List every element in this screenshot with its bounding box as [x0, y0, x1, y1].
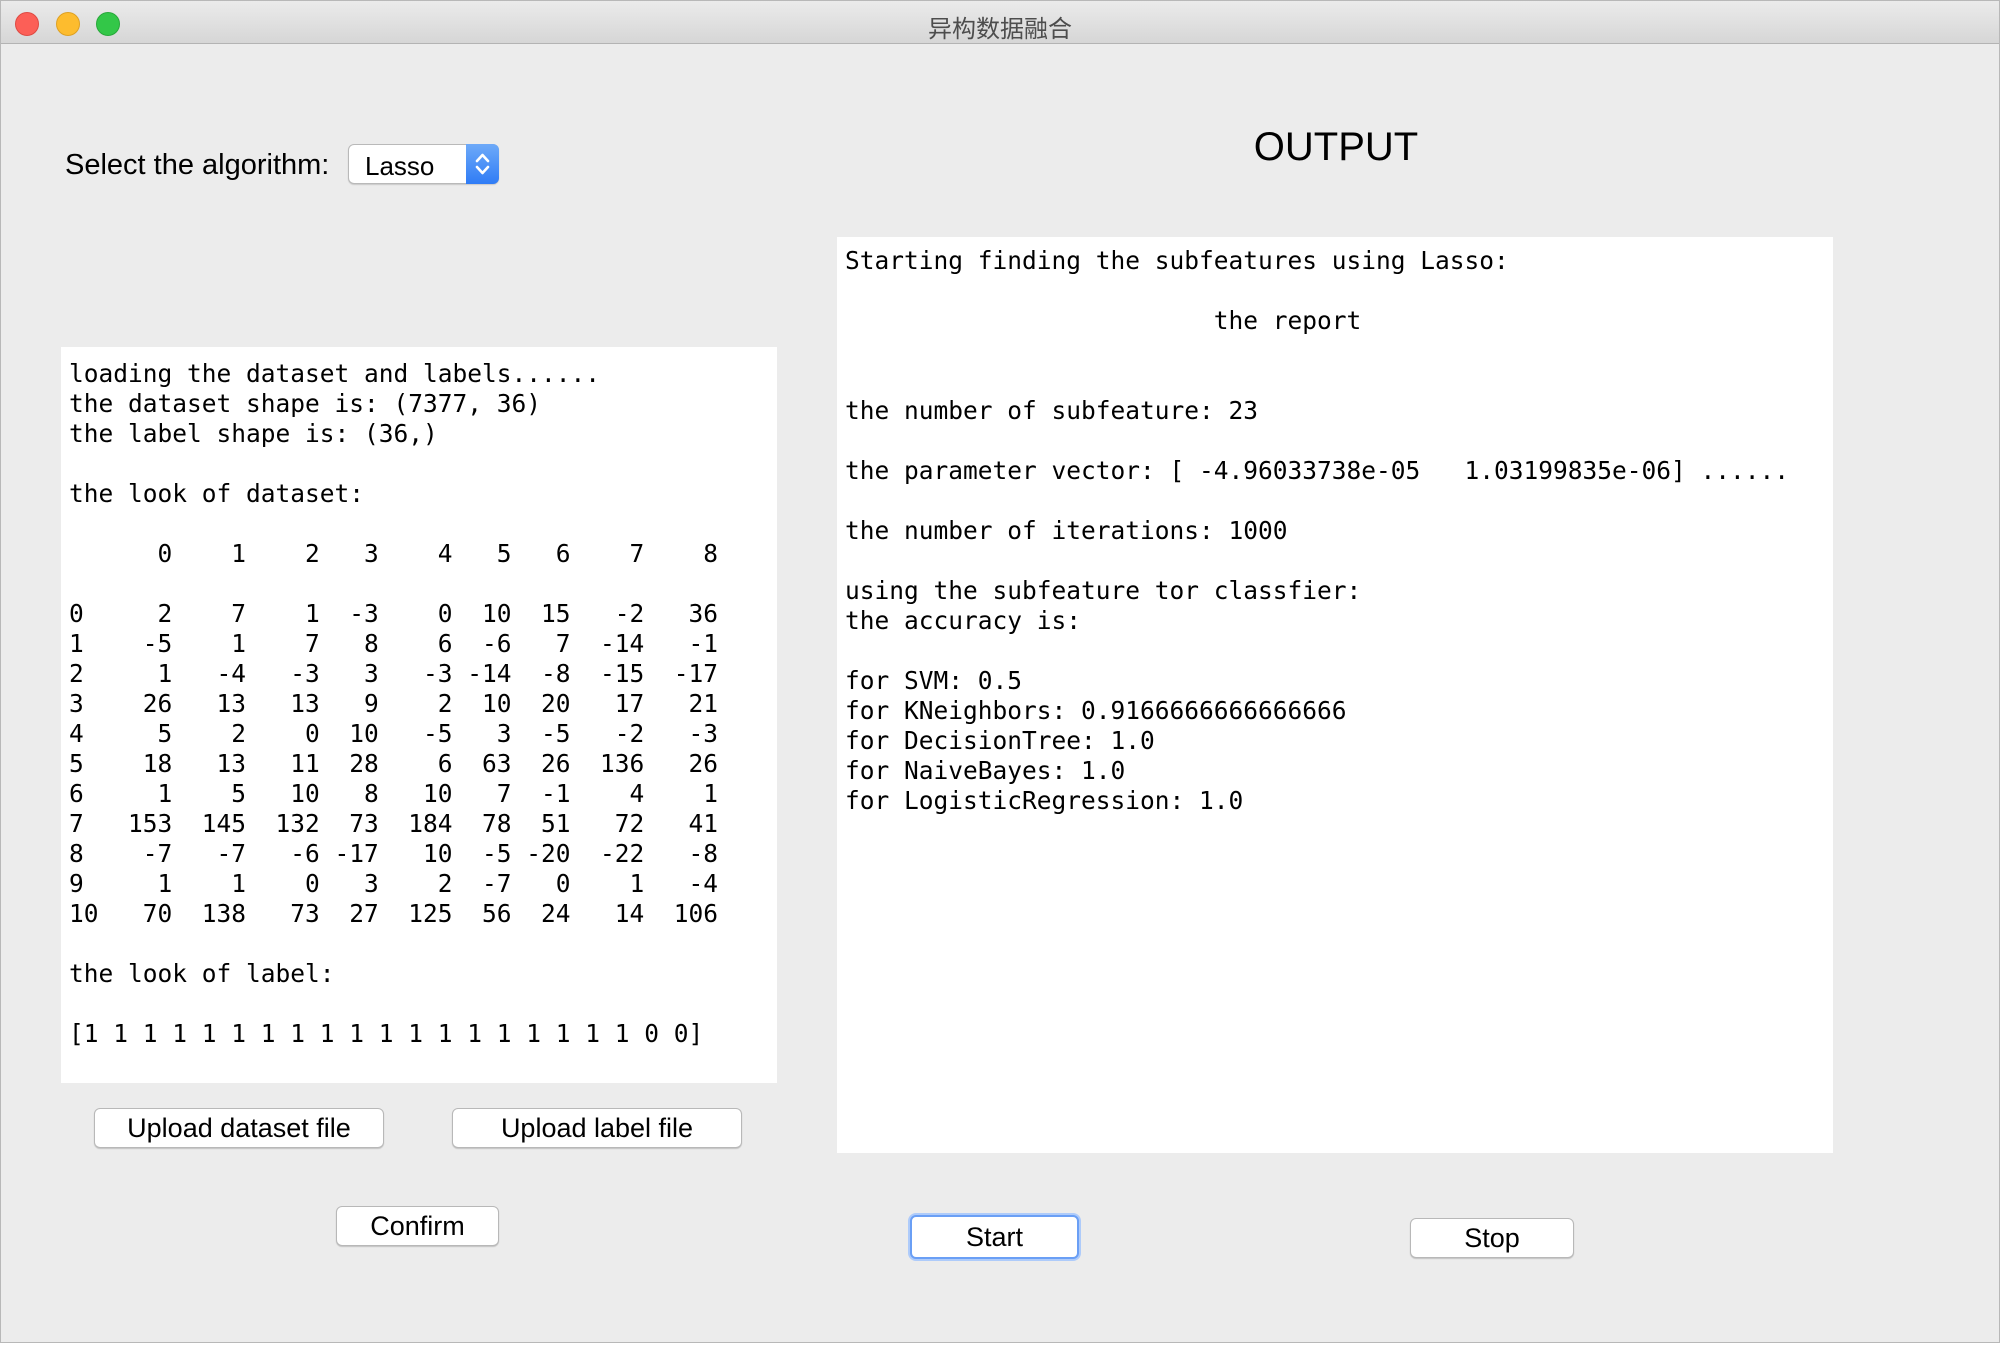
- chevron-up-down-icon[interactable]: [466, 144, 499, 184]
- window-title: 异构数据融合: [928, 16, 1072, 43]
- algorithm-label: Select the algorithm:: [65, 149, 330, 181]
- stop-button[interactable]: Stop: [1410, 1218, 1574, 1258]
- confirm-button[interactable]: Confirm: [336, 1206, 499, 1246]
- output-title: OUTPUT: [1253, 125, 1419, 169]
- upload-label-button[interactable]: Upload label file: [452, 1108, 742, 1148]
- title-bar[interactable]: 异构数据融合: [1, 1, 1999, 44]
- dataset-log-panel[interactable]: loading the dataset and labels...... the…: [61, 347, 777, 1083]
- dataset-log-text: loading the dataset and labels...... the…: [69, 359, 719, 1048]
- algorithm-select[interactable]: Lasso: [348, 144, 499, 184]
- report-output-panel[interactable]: Starting finding the subfeatures using L…: [837, 237, 1833, 1153]
- app-window: 异构数据融合 Select the algorithm: Lasso OUTPU…: [0, 0, 2000, 1343]
- report-output-text: Starting finding the subfeatures using L…: [845, 246, 1790, 815]
- upload-dataset-button[interactable]: Upload dataset file: [94, 1108, 384, 1148]
- start-button[interactable]: Start: [910, 1215, 1079, 1259]
- algorithm-select-value: Lasso: [365, 151, 435, 181]
